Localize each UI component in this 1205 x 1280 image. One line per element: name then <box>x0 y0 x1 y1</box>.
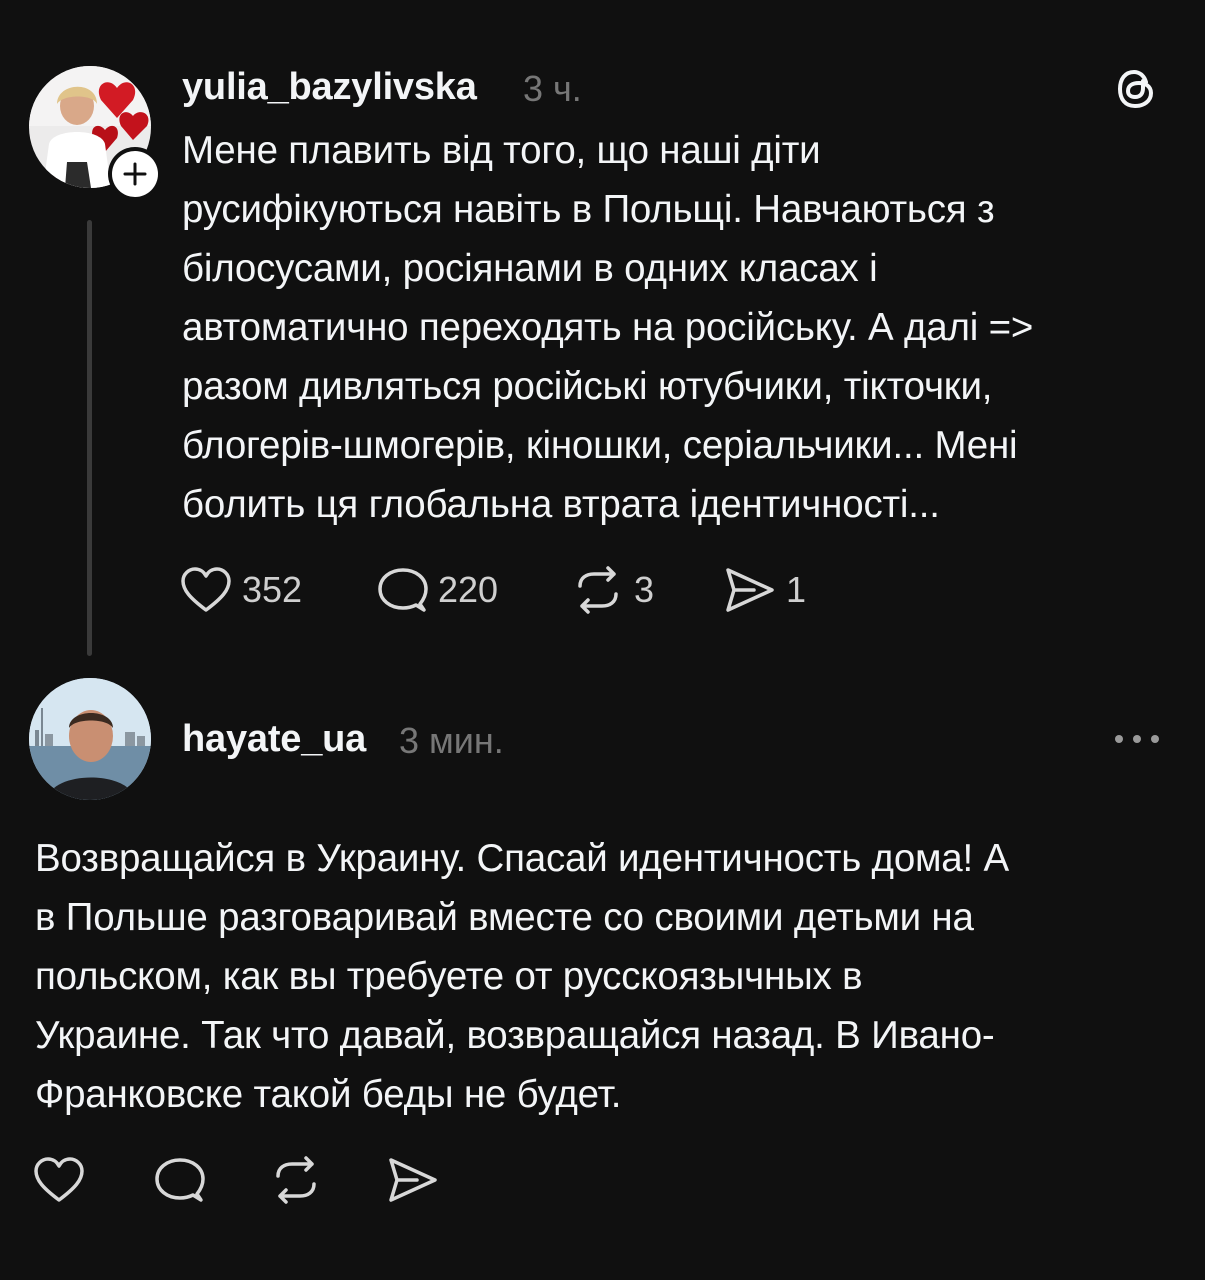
reply-time: 3 мин. <box>399 720 504 761</box>
avatar-hayate[interactable] <box>29 678 151 800</box>
reply-username[interactable]: hayate_ua <box>182 718 366 761</box>
reply-repost-button[interactable] <box>270 1156 322 1204</box>
reply-count: 220 <box>438 569 499 610</box>
post-time: 3 ч. <box>523 68 582 109</box>
reply-share-button[interactable] <box>387 1156 439 1204</box>
thread-line <box>87 220 92 656</box>
share-count: 1 <box>786 569 807 610</box>
reply-like-button[interactable] <box>33 1156 85 1204</box>
like-count: 352 <box>242 569 303 610</box>
post-text: Мене плавить від того, що наші діти руси… <box>182 129 1034 526</box>
repost-icon <box>270 1156 322 1204</box>
reply-reply-button[interactable] <box>153 1156 205 1204</box>
like-button[interactable]: 352 <box>180 566 302 614</box>
repost-button[interactable]: 3 <box>572 566 654 614</box>
share-button[interactable]: 1 <box>724 566 806 614</box>
reply-icon <box>376 566 428 614</box>
plus-icon <box>122 161 148 187</box>
threads-logo-icon[interactable] <box>1113 66 1159 112</box>
share-icon <box>724 566 776 614</box>
share-icon <box>387 1156 439 1204</box>
post-username[interactable]: yulia_bazylivska <box>182 66 477 109</box>
heart-icon <box>180 566 232 614</box>
reply-icon <box>153 1156 205 1204</box>
repost-icon <box>572 566 624 614</box>
reply-button[interactable]: 220 <box>376 566 498 614</box>
follow-button[interactable] <box>108 147 162 201</box>
more-dots-icon[interactable] <box>1113 728 1161 750</box>
repost-count: 3 <box>634 569 655 610</box>
heart-icon <box>33 1156 85 1204</box>
reply-text: Возвращайся в Украину. Спасай идентичнос… <box>35 837 1009 1116</box>
